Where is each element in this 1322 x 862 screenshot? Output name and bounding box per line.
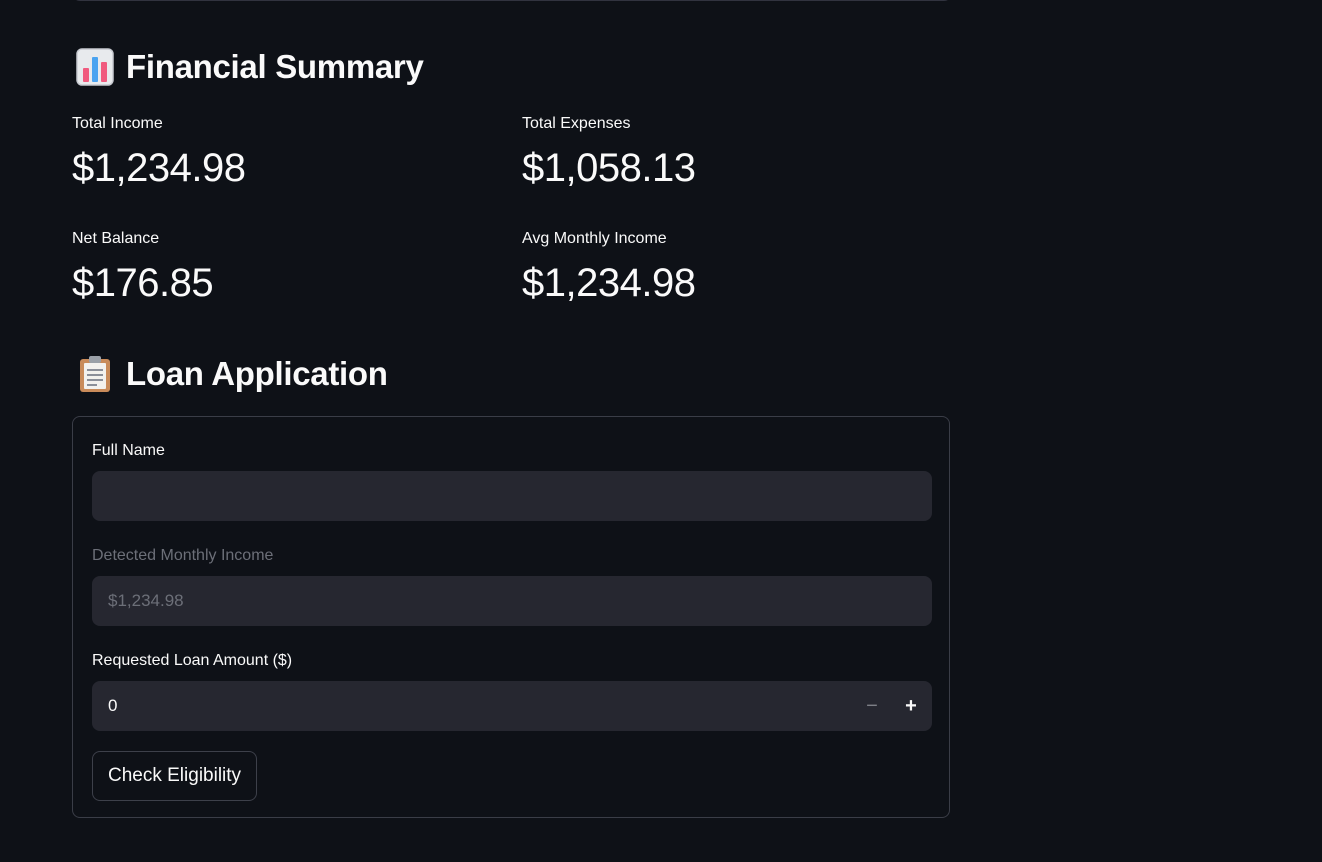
loan-amount-input[interactable]: 0 − + — [92, 681, 932, 731]
bar-chart-icon — [76, 48, 114, 86]
check-eligibility-button[interactable]: Check Eligibility — [92, 751, 258, 801]
full-name-label: Full Name — [92, 442, 165, 459]
metric-value: $1,234.98 — [522, 261, 696, 305]
loan-application-header: Loan Application — [76, 355, 388, 393]
app-page: Financial Summary Total Income $1,234.98… — [0, 0, 1322, 862]
previous-container-edge — [72, 0, 952, 1]
financial-summary-header: Financial Summary — [76, 48, 424, 86]
metric-value: $1,234.98 — [72, 146, 246, 190]
metric-value: $176.85 — [72, 261, 214, 305]
detected-income-value: $1,234.98 — [108, 591, 184, 610]
metric-label: Avg Monthly Income — [522, 230, 667, 247]
metric-label: Net Balance — [72, 230, 160, 247]
full-name-input[interactable] — [92, 471, 932, 521]
metric-total-income: Total Income $1,234.98 — [72, 114, 472, 192]
increment-button[interactable]: + — [899, 694, 923, 718]
metric-net-balance: Net Balance $176.85 — [72, 229, 472, 307]
metric-value: $1,058.13 — [522, 146, 696, 190]
clipboard-icon — [76, 355, 114, 393]
financial-summary-title: Financial Summary — [126, 48, 424, 85]
metric-label: Total Expenses — [522, 115, 631, 132]
loan-application-form: Full Name Detected Monthly Income $1,234… — [72, 416, 950, 818]
detected-income-label: Detected Monthly Income — [92, 547, 274, 564]
decrement-button[interactable]: − — [860, 694, 884, 718]
metric-avg-monthly-income: Avg Monthly Income $1,234.98 — [522, 229, 922, 307]
metric-total-expenses: Total Expenses $1,058.13 — [522, 114, 922, 192]
loan-amount-value[interactable]: 0 — [108, 696, 117, 716]
loan-amount-label: Requested Loan Amount ($) — [92, 652, 293, 669]
detected-income-field: $1,234.98 — [92, 576, 932, 626]
loan-application-title: Loan Application — [126, 355, 388, 392]
metric-label: Total Income — [72, 115, 163, 132]
